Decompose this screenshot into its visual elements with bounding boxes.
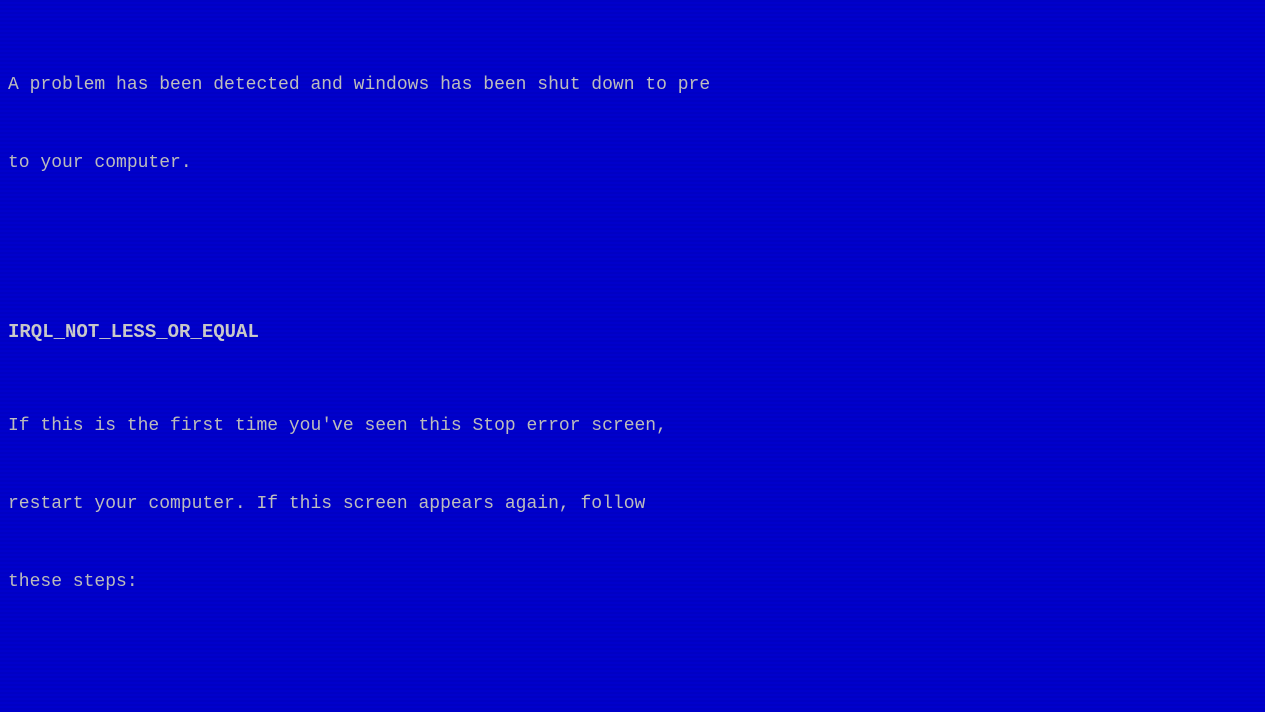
bsod-screen: A problem has been detected and windows …	[0, 0, 1265, 712]
para1-line1: If this is the first time you've seen th…	[8, 413, 1257, 439]
para1-line2: restart your computer. If this screen ap…	[8, 491, 1257, 517]
header-line2: to your computer.	[8, 150, 1257, 176]
blank-3	[8, 648, 1257, 674]
error-code: IRQL_NOT_LESS_OR_EQUAL	[8, 319, 1257, 347]
para1-line3: these steps:	[8, 569, 1257, 595]
bsod-content: A problem has been detected and windows …	[8, 20, 1257, 712]
blank-1	[8, 229, 1257, 255]
header-line1: A problem has been detected and windows …	[8, 72, 1257, 98]
